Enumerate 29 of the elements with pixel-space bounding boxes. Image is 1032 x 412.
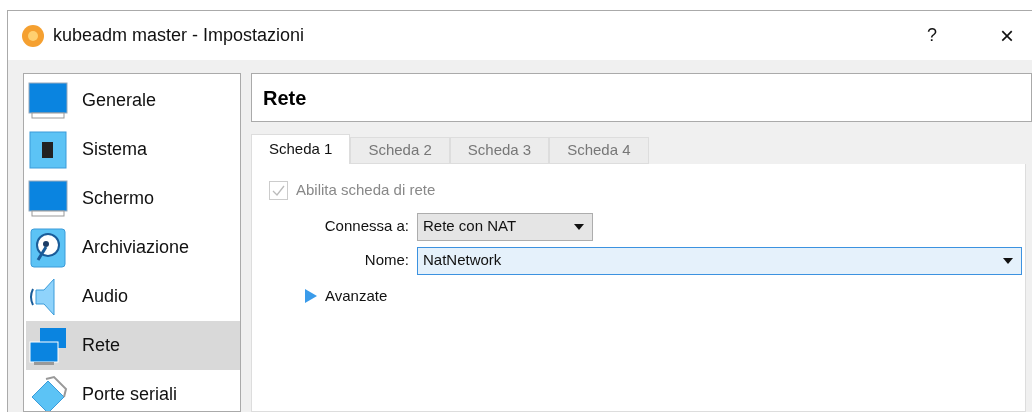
sidebar-item[interactable]: Archiviazione: [26, 223, 240, 272]
sidebar-item[interactable]: Rete: [26, 321, 240, 370]
sidebar-item[interactable]: Porte seriali: [26, 370, 240, 411]
monitor-icon: [28, 178, 68, 219]
field-label: Connessa a:: [323, 216, 410, 237]
tab[interactable]: Scheda 1: [251, 134, 351, 164]
network-monitors-icon: [28, 325, 68, 366]
check-icon: [272, 184, 285, 196]
tab[interactable]: Scheda 4: [549, 137, 649, 164]
tab[interactable]: Scheda 3: [449, 137, 550, 164]
collapsed-triangle-icon: [305, 288, 317, 303]
chip-icon: [28, 129, 68, 170]
close-button[interactable]: ×: [987, 17, 1027, 54]
tab[interactable]: Scheda 2: [350, 137, 450, 164]
sidebar-item[interactable]: Audio: [26, 272, 240, 321]
page-title: Rete: [263, 85, 307, 111]
monitor-icon: [28, 80, 68, 121]
help-button[interactable]: ?: [912, 22, 952, 49]
name-combo-box[interactable]: NatNetwork: [417, 246, 1022, 275]
sidebar-item[interactable]: Generale: [26, 76, 240, 125]
sidebar-item[interactable]: Sistema: [26, 125, 240, 174]
advanced-toggle[interactable]: Avanzate: [305, 284, 388, 307]
sidebar-item[interactable]: Schermo: [26, 174, 240, 223]
dropdown-arrow-icon: [1003, 257, 1013, 264]
checkbox-label: Abilita scheda di rete: [296, 180, 436, 200]
attachment-dropdown[interactable]: Rete con NAT: [417, 212, 593, 241]
window-title: kubeadm master - Impostazioni: [53, 24, 305, 47]
field-label: Nome:: [363, 250, 410, 271]
dropdown-arrow-icon: [574, 223, 584, 230]
